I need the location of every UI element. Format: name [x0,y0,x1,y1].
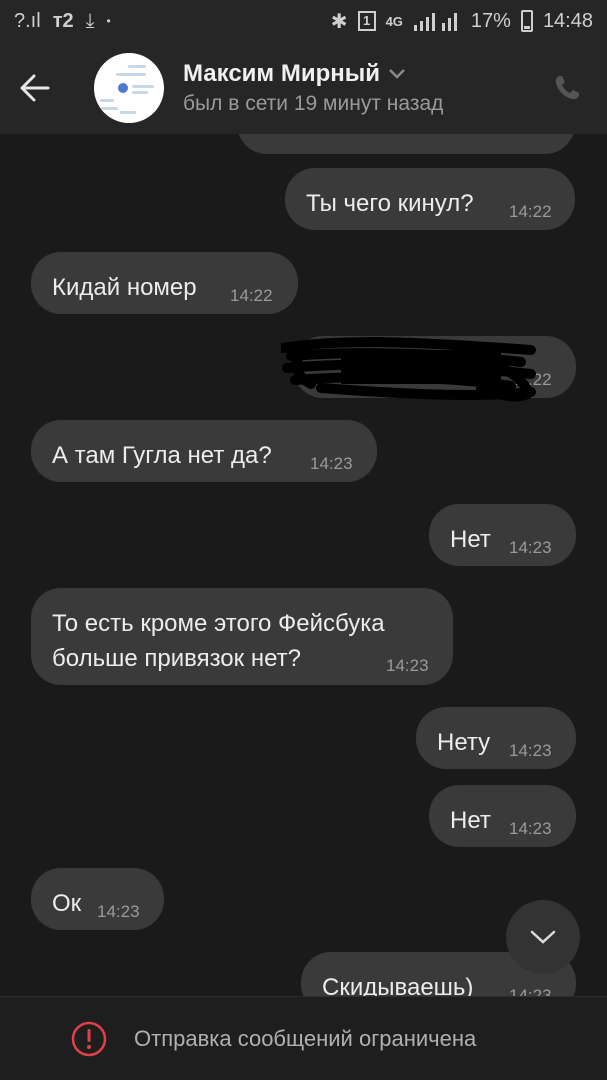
message-text: Нет [450,526,491,553]
contact-name-row: Максим Мирный [183,60,443,88]
status-left: ?.ıl т2 ⤓ • [14,10,111,33]
message-text: Скидываешь) [322,974,474,996]
message-time: 14:23 [509,986,552,996]
message-time: 14:23 [509,538,552,557]
message-text: Кидай номер [52,274,197,301]
message-time: 14:22 [509,202,552,221]
bluetooth-icon: ✱ [330,10,348,33]
last-seen-status: был в сети 19 минут назад [183,92,444,115]
message-bubble-incoming[interactable]: Ок 14:23 [31,868,164,930]
operator-label: т2 [52,9,74,32]
message-text: А там Гугла нет да? [52,442,272,469]
chevron-down-icon [389,69,405,79]
chat-header: Максим Мирный был в сети 19 минут назад [0,42,607,134]
chevron-down-icon [530,930,556,944]
battery-icon [520,10,533,32]
network-type-label: 4G [385,13,403,29]
contact-name: Максим Мирный [183,60,381,87]
message-time: 14:23 [509,819,552,838]
message-time: 14:23 [97,902,140,921]
message-text: Нет [450,807,491,834]
warning-circle-icon [71,1021,107,1056]
arrow-left-icon [20,74,50,102]
back-button[interactable] [0,42,70,134]
messaging-restricted-bar: Отправка сообщений ограничена [0,996,607,1080]
scroll-to-bottom-button[interactable] [506,900,580,974]
message-time: 14:22 [230,286,273,305]
message-bubble-outgoing[interactable]: Нет 14:23 [429,785,576,847]
message-bubble-incoming[interactable]: А там Гугла нет да? 14:23 [31,420,377,482]
redaction-scribble [281,337,536,402]
download-icon: ⤓ [85,9,95,32]
battery-level [523,25,530,29]
battery-percent: 17% [470,9,511,32]
message-bubble-outgoing[interactable]: Нет 14:23 [429,504,576,566]
message-bubble-outgoing[interactable]: Ты чего кинул? 14:22 [285,168,575,230]
message-bubble-outgoing-redacted[interactable]: 14:22 [281,336,576,402]
message-bubble-incoming[interactable]: Кидай номер 14:22 [31,252,298,314]
message-time: 14:23 [509,741,552,760]
contact-info[interactable]: Максим Мирный был в сети 19 минут назад [183,60,443,116]
message-list[interactable]: Ты чего кинул? 14:22 Кидай номер 14:22 1… [0,134,607,996]
message-time: 14:23 [386,656,429,675]
message-bubble-incoming[interactable]: То есть кроме этого Фейсбука больше прив… [31,588,453,685]
message-time: 14:23 [310,454,353,473]
phone-icon [555,76,579,100]
message-bubble-outgoing[interactable]: Нету 14:23 [416,707,576,769]
status-right: ✱ 1 4G 17% 14:48 [331,9,593,34]
message-text: То есть кроме этого Фейсбука больше прив… [52,610,385,672]
cell-signal-icon [413,13,457,31]
message-bubble-partial [237,134,575,154]
status-bar: ?.ıl т2 ⤓ • ✱ 1 4G 17% 14:48 [0,0,607,42]
sim-badge-icon: 1 [357,11,376,31]
notification-dot-icon: • [106,14,111,28]
messaging-restricted-notice: Отправка сообщений ограничена [134,1025,477,1051]
signal-icon: ?.ıl [14,9,41,32]
message-text: Ты чего кинул? [306,190,474,217]
message-text: Ок [52,890,82,917]
clock: 14:48 [542,9,593,32]
call-button[interactable] [547,68,587,108]
message-text: Нету [437,729,491,756]
avatar[interactable] [94,53,164,123]
